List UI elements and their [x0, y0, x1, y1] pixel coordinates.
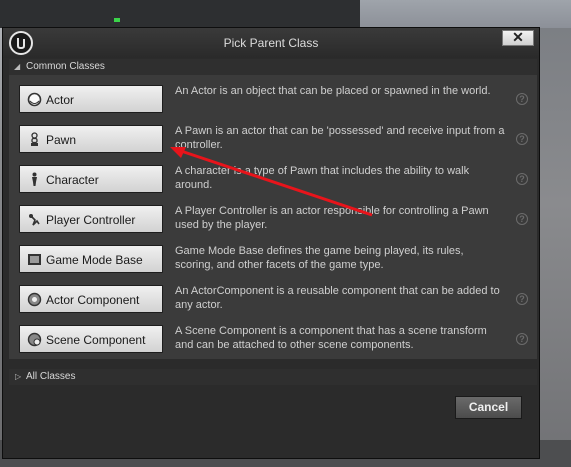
all-classes-header[interactable]: ▷ All Classes — [9, 369, 537, 385]
help-icon[interactable]: ? — [516, 173, 528, 185]
scene-component-icon — [27, 332, 42, 347]
class-button-game-mode-base[interactable]: Game Mode Base — [19, 245, 163, 273]
class-description: A character is a type of Pawn that inclu… — [175, 165, 470, 191]
class-button-actor-component[interactable]: Actor Component — [19, 285, 163, 313]
class-description: A Player Controller is an actor responsi… — [175, 205, 489, 231]
class-button-label: Actor Component — [46, 293, 140, 307]
class-button-label: Player Controller — [46, 213, 136, 227]
class-row: Game Mode Base Game Mode Base defines the… — [9, 241, 537, 281]
class-description: A Pawn is an actor that can be 'possesse… — [175, 125, 505, 151]
class-button-scene-component[interactable]: Scene Component — [19, 325, 163, 353]
common-classes-panel: ◢ Common Classes Actor An Actor is an obj… — [9, 59, 537, 359]
class-row: Character A character is a type of Pawn t… — [9, 161, 537, 201]
pick-parent-class-dialog: Pick Parent Class ✕ ◢ Common Classes Act… — [2, 27, 540, 459]
class-button-character[interactable]: Character — [19, 165, 163, 193]
dialog-title: Pick Parent Class — [223, 36, 319, 50]
common-classes-label: Common Classes — [26, 61, 105, 72]
class-button-label: Scene Component — [46, 333, 146, 347]
help-icon[interactable]: ? — [516, 333, 528, 345]
all-classes-label: All Classes — [26, 371, 76, 382]
class-description: A Scene Component is a component that ha… — [175, 325, 487, 351]
pawn-icon — [27, 132, 42, 147]
class-description: Game Mode Base defines the game being pl… — [175, 245, 464, 271]
actor-sphere-icon — [27, 92, 42, 107]
class-row: Pawn A Pawn is an actor that can be 'poss… — [9, 121, 537, 161]
class-button-label: Pawn — [46, 133, 77, 147]
actor-component-icon — [27, 292, 42, 307]
help-icon[interactable]: ? — [516, 133, 528, 145]
dialog-titlebar[interactable]: Pick Parent Class ✕ — [3, 28, 539, 58]
collapsed-arrow-icon: ▷ — [15, 372, 22, 381]
class-button-player-controller[interactable]: Player Controller — [19, 205, 163, 233]
help-icon[interactable]: ? — [516, 293, 528, 305]
close-icon: ✕ — [512, 29, 524, 45]
common-classes-header[interactable]: ◢ Common Classes — [9, 59, 537, 75]
class-description: An Actor is an object that can be placed… — [175, 85, 491, 97]
help-icon[interactable]: ? — [516, 93, 528, 105]
class-row: Actor An Actor is an object that can be p… — [9, 81, 537, 121]
class-description: An ActorComponent is a reusable componen… — [175, 285, 500, 311]
class-row: Scene Component A Scene Component is a co… — [9, 321, 537, 361]
class-button-label: Game Mode Base — [46, 253, 143, 267]
class-button-label: Character — [46, 173, 99, 187]
expanded-arrow-icon: ◢ — [14, 62, 21, 71]
game-mode-icon — [27, 252, 42, 267]
viewport-sky — [360, 0, 571, 28]
class-button-label: Actor — [46, 93, 75, 107]
character-icon — [27, 172, 42, 187]
close-button[interactable]: ✕ — [502, 30, 534, 46]
viewport-edge — [540, 28, 571, 467]
help-icon[interactable]: ? — [516, 213, 528, 225]
class-row: Actor Component An ActorComponent is a re… — [9, 281, 537, 321]
viewport-marker — [114, 18, 120, 22]
class-button-actor[interactable]: Actor — [19, 85, 163, 113]
player-controller-icon — [27, 212, 42, 227]
class-button-pawn[interactable]: Pawn — [19, 125, 163, 153]
cancel-button[interactable]: Cancel — [455, 396, 522, 419]
class-row: Player Controller A Player Controller is … — [9, 201, 537, 241]
